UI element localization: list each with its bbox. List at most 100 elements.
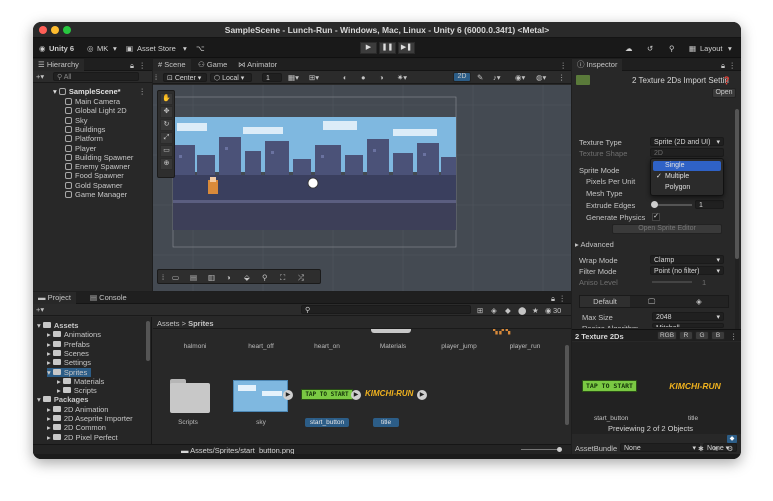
chevron-down-icon[interactable]: ▾	[728, 44, 732, 53]
increment-snap-icon[interactable]: ⊞▾	[309, 73, 319, 82]
tab-default-platform[interactable]: Default	[580, 296, 630, 307]
project-tree-item[interactable]: ▾ Sprites	[47, 367, 92, 377]
lock-icon[interactable]: 🔒︎	[130, 61, 134, 71]
sky-thumb[interactable]	[233, 380, 288, 412]
asset-store-button[interactable]: Asset Store	[137, 44, 176, 53]
scale-tool-icon[interactable]: ⤢	[160, 132, 173, 144]
scene-more-icon[interactable]: ⋮	[139, 87, 147, 96]
search-by-type-icon[interactable]: ⊞	[477, 306, 483, 315]
search-by-label-icon[interactable]: ◈	[491, 306, 497, 315]
project-tree-item[interactable]: ▸ 2D Animation	[47, 405, 108, 414]
texture-type-dropdown[interactable]: Sprite (2D and UI) ▾	[650, 137, 724, 146]
extrude-edges-field[interactable]: 1	[695, 200, 724, 209]
mode-2d-toggle[interactable]: 2D	[453, 72, 471, 82]
grid-snap-icon[interactable]: ▦▾	[288, 73, 299, 82]
expand-sprites-icon[interactable]: ▶	[351, 390, 361, 400]
layout-dropdown[interactable]: Layout	[700, 44, 723, 53]
asset-item[interactable]: heart_off	[231, 343, 291, 350]
help-icon[interactable]: ❓	[722, 76, 731, 85]
chevron-down-icon[interactable]: ▾	[37, 321, 43, 330]
chevron-right-icon[interactable]: ▸	[57, 377, 63, 386]
chevron-right-icon[interactable]: ▸	[47, 423, 53, 432]
expand-sprites-icon[interactable]: ▶	[283, 390, 293, 400]
hierarchy-item[interactable]: Sky	[65, 116, 88, 125]
r-channel-button[interactable]: R	[679, 331, 693, 340]
web-icon[interactable]: ◈	[696, 297, 702, 306]
content-scrollbar-thumb[interactable]	[565, 345, 569, 425]
select-tile-icon[interactable]: ▭	[172, 273, 179, 282]
account-icon[interactable]: ◎	[87, 44, 94, 53]
move-tool-icon[interactable]: ✥	[160, 106, 173, 118]
tab-inspector[interactable]: ⓘ Inspector	[572, 59, 623, 71]
hidden-packages-icon[interactable]: ◉	[545, 306, 552, 315]
hierarchy-item[interactable]: Buildings	[65, 125, 105, 134]
create-asset-button[interactable]: +▾	[36, 305, 44, 314]
asset-item[interactable]: player_jump	[429, 343, 489, 350]
inspector-scrollbar[interactable]	[735, 109, 739, 329]
more-icon[interactable]: ⋮	[559, 294, 567, 303]
project-tree-item[interactable]: ▸ Animations	[47, 330, 101, 339]
rect-tool-icon[interactable]: ▭	[160, 145, 173, 157]
asset-item[interactable]: title	[373, 418, 399, 427]
sprite-mode-option[interactable]: ✓ Multiple	[653, 172, 721, 182]
camera-icon[interactable]: ⛶	[280, 273, 285, 283]
asset-item[interactable]: start_button	[305, 418, 349, 427]
visibility-icon[interactable]: ◉▾	[515, 73, 525, 82]
cloud-icon[interactable]: ☁	[625, 44, 633, 53]
asset-item[interactable]: halmoni	[165, 343, 225, 350]
hierarchy-item[interactable]: Enemy Spawner	[65, 162, 130, 171]
tab-hierarchy[interactable]: ☰ Hierarchy	[33, 59, 84, 71]
scripts-folder-thumb[interactable]	[168, 379, 210, 415]
rgb-channel-button[interactable]: RGB	[657, 331, 677, 340]
chevron-right-icon[interactable]: ▸	[47, 349, 53, 358]
light-toggle-icon[interactable]: ✎	[477, 73, 483, 82]
asset-item[interactable]: sky	[231, 418, 291, 427]
chevron-right-icon[interactable]: ▸	[47, 340, 53, 349]
project-tree-item[interactable]: ▾ Assets	[37, 321, 78, 330]
more-icon[interactable]: ⋮	[558, 73, 566, 82]
play-button[interactable]: ▶	[360, 42, 377, 54]
breadcrumb-assets[interactable]: Assets	[157, 319, 180, 328]
tab-project[interactable]: ▬ Project	[33, 292, 76, 304]
tab-console[interactable]: ▤ Console	[85, 292, 132, 304]
search-icon[interactable]: ⚲	[262, 273, 268, 282]
lock-icon[interactable]: 🔒︎	[551, 294, 555, 304]
chevron-down-icon[interactable]: ▾	[183, 44, 187, 53]
draw-mode-icon[interactable]: ◐	[343, 73, 348, 82]
hierarchy-item[interactable]: Main Camera	[65, 97, 120, 106]
audio-toggle-icon[interactable]: ♪▾	[493, 73, 501, 82]
chevron-down-icon[interactable]: ▾	[47, 368, 53, 377]
asset-item[interactable]: Scripts	[158, 418, 218, 427]
tab-animator[interactable]: ⋈ Animator	[233, 59, 282, 71]
snap-increment-field[interactable]: 1	[262, 73, 282, 82]
transform-tool-icon[interactable]: ⊕	[160, 158, 173, 170]
more-icon[interactable]: ⋮	[139, 61, 147, 70]
scene-viewport[interactable]: ✋ ✥ ↻ ⤢ ▭ ⊕ ⁞ ▭ ▤ ▥ ◑ ⬙ ⚲ ⛶ ⤮	[153, 85, 571, 291]
lock-icon[interactable]: 🔒︎	[721, 61, 725, 71]
pause-button[interactable]: ❚❚	[379, 42, 396, 54]
resize-algorithm-dropdown[interactable]: Mitchell	[652, 323, 724, 328]
tree-scrollbar-thumb[interactable]	[146, 321, 150, 361]
hierarchy-item[interactable]: Gold Spawner	[65, 181, 123, 190]
player-sprite-thumb[interactable]: ▚ ▞ ▚	[493, 329, 535, 335]
unity-logo-icon[interactable]: ◉	[39, 44, 46, 53]
asset-store-icon[interactable]: ▣	[126, 44, 133, 53]
hierarchy-item[interactable]: Player	[65, 144, 96, 153]
search-icon[interactable]: ⚲	[669, 44, 675, 53]
project-tree-item[interactable]: ▸ Materials	[57, 377, 104, 386]
hand-tool-icon[interactable]: ✋	[160, 93, 173, 105]
asset-item[interactable]: player_run	[495, 343, 555, 350]
open-button[interactable]: Open	[712, 88, 736, 98]
inspector-scrollbar-thumb[interactable]	[735, 109, 739, 259]
g-channel-button[interactable]: G	[695, 331, 709, 340]
chevron-down-icon[interactable]: ▾	[113, 44, 117, 53]
hierarchy-item[interactable]: Game Manager	[65, 190, 127, 199]
project-tree-item[interactable]: ▸ Scenes	[47, 349, 89, 358]
project-tree-item[interactable]: ▸ 2D Pixel Perfect	[47, 433, 118, 442]
shading-mode-icon[interactable]: ◑	[226, 273, 231, 282]
filter-mode-dropdown[interactable]: Point (no filter) ▾	[650, 266, 724, 275]
warning-filter-icon[interactable]: ⬤	[518, 306, 526, 315]
tag-icon[interactable]: ◆	[727, 435, 737, 443]
chevron-right-icon[interactable]: ▸	[47, 330, 53, 339]
max-size-dropdown[interactable]: 2048 ▾	[652, 312, 724, 321]
